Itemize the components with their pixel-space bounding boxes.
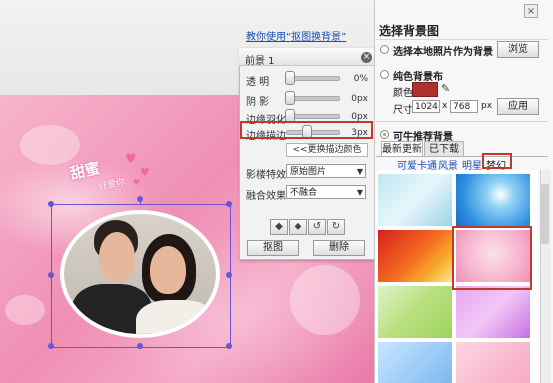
bubble-decoration	[5, 295, 45, 325]
shadow-slider-knob[interactable]	[285, 91, 295, 105]
rotate-left-icon[interactable]: ↺	[308, 219, 326, 235]
rotate-right-icon[interactable]: ↻	[327, 219, 345, 235]
panel-heading: 选择背景图	[379, 24, 440, 38]
radio-solid-color[interactable]	[380, 70, 389, 79]
resize-handle[interactable]	[137, 343, 143, 349]
close-icon[interactable]: ×	[361, 52, 372, 63]
resize-handle[interactable]	[226, 343, 232, 349]
resize-handle[interactable]	[48, 272, 54, 278]
thumbnail[interactable]	[456, 342, 530, 383]
delete-button[interactable]: 删除	[313, 240, 365, 256]
bubble-decoration	[20, 125, 80, 165]
category-highlight	[482, 153, 512, 169]
opacity-slider-knob[interactable]	[285, 71, 295, 85]
resize-handle[interactable]	[226, 272, 232, 278]
shadow-label: 阴 影	[246, 97, 270, 108]
radio-recommend[interactable]	[380, 130, 389, 139]
rotate-handle[interactable]	[137, 196, 143, 202]
resize-handle[interactable]	[48, 343, 54, 349]
thumbnail[interactable]	[456, 174, 530, 226]
size-unit: px	[481, 101, 493, 111]
blend-label: 融合效果	[246, 191, 286, 202]
shadow-value: 0px	[351, 94, 368, 104]
thumbnail[interactable]	[456, 286, 530, 338]
divider	[376, 39, 548, 40]
height-input[interactable]: 768	[450, 100, 478, 113]
resize-handle[interactable]	[226, 201, 232, 207]
scrollbar-thumb[interactable]	[541, 184, 549, 244]
effect-select[interactable]: 原始图片 ▼	[286, 164, 366, 178]
thumbnail[interactable]	[378, 286, 452, 338]
radio-local-photo[interactable]	[380, 45, 389, 54]
opacity-label: 透 明	[246, 77, 270, 88]
help-link[interactable]: 教你使用“抠图换背景”	[246, 28, 346, 43]
cutout-button[interactable]: 抠图	[247, 240, 299, 256]
selected-thumbnail-highlight	[452, 226, 532, 290]
tab-downloaded[interactable]: 已下载	[424, 141, 464, 156]
flip-vertical-icon[interactable]: ⬥	[289, 219, 307, 235]
thumbnail[interactable]	[378, 230, 452, 282]
panel-title: 前景 1	[245, 56, 275, 67]
blend-select-value: 不融合	[290, 188, 318, 198]
size-label: 尺寸	[393, 105, 413, 116]
effect-label: 影楼特效	[246, 170, 286, 181]
stroke-highlight	[240, 121, 373, 139]
browse-button[interactable]: 浏览	[497, 41, 539, 58]
color-swatch[interactable]	[412, 82, 438, 97]
opacity-value: 0%	[353, 74, 368, 84]
heart-icon: ♥	[133, 178, 141, 187]
thumbnail[interactable]	[378, 342, 452, 383]
option-solid-color-label: 纯色背景布	[393, 72, 443, 83]
chevron-down-icon: ▼	[356, 188, 363, 197]
resize-handle[interactable]	[48, 201, 54, 207]
close-icon[interactable]: ×	[524, 4, 538, 18]
thumbnail[interactable]	[378, 174, 452, 226]
chevron-down-icon: ▼	[356, 167, 363, 176]
tab-latest[interactable]: 最新更新	[381, 141, 423, 156]
change-stroke-color-button[interactable]: <<更换描边颜色	[286, 143, 368, 157]
blend-select[interactable]: 不融合 ▼	[286, 185, 366, 199]
apply-button[interactable]: 应用	[497, 98, 539, 115]
heart-icon: ♥	[140, 166, 150, 179]
selection-box[interactable]	[51, 204, 231, 348]
effect-select-value: 原始图片	[290, 167, 327, 177]
bubble-decoration	[290, 265, 360, 335]
option-local-photo-label: 选择本地照片作为背景	[393, 47, 493, 58]
color-label: 颜色	[393, 88, 413, 99]
divider	[376, 121, 548, 122]
size-separator: x	[442, 101, 448, 111]
flip-horizontal-icon[interactable]: ◆	[270, 219, 288, 235]
heart-icon: ♥	[125, 152, 137, 167]
width-input[interactable]: 1024	[412, 100, 440, 113]
eyedropper-icon[interactable]: ✎	[441, 82, 455, 95]
